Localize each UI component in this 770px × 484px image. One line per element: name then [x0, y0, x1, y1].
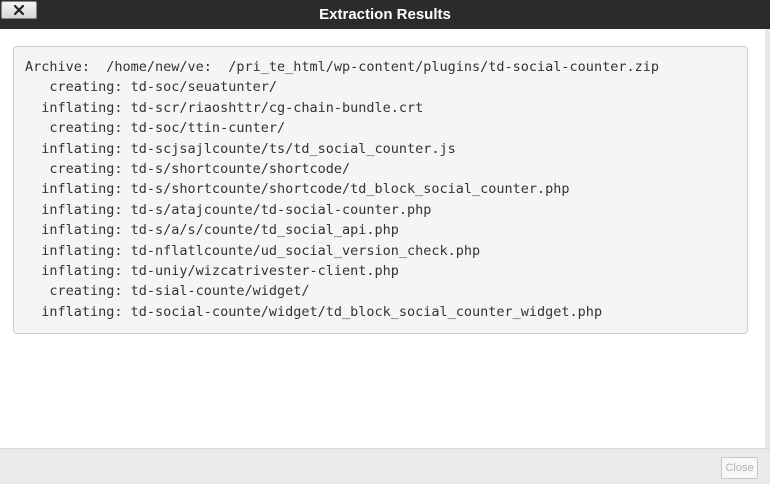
dialog-titlebar: Extraction Results: [0, 0, 770, 29]
log-line: inflating: td-nflatlcounte/ud_social_ver…: [25, 242, 481, 259]
log-line: inflating: td-s/shortcounte/shortcode/td…: [25, 181, 570, 198]
dialog-title: Extraction Results: [319, 6, 451, 23]
close-button[interactable]: Close: [721, 457, 758, 479]
log-line: creating: td-s/shortcounte/shortcode/: [25, 160, 351, 177]
log-line: inflating: td-scr/riaoshttr/cg-chain-bun…: [25, 99, 424, 116]
dialog-body: Archive: /home/new/ve: /pri_te_html/wp-c…: [0, 29, 770, 448]
log-line: Archive: /home/new/ve: /pri_te_html/wp-c…: [25, 59, 659, 75]
scrollbar-edge[interactable]: [765, 29, 770, 448]
dialog-footer: Close: [0, 448, 770, 484]
log-line: inflating: td-scjsajlcounte/ts/td_social…: [25, 140, 456, 157]
log-line: creating: td-sial-counte/widget/: [25, 283, 310, 300]
log-line: creating: td-soc/ttin-cunter/: [25, 120, 286, 137]
log-line: inflating: td-s/a/s/counte/td_social_api…: [25, 222, 399, 239]
log-line: inflating: td-social-counte/widget/td_bl…: [25, 303, 603, 320]
log-line: inflating: td-s/atajcounte/td-social-cou…: [25, 201, 432, 218]
extraction-log: Archive: /home/new/ve: /pri_te_html/wp-c…: [25, 57, 659, 322]
log-line: creating: td-soc/seuatunter/: [25, 79, 277, 96]
extraction-log-panel: Archive: /home/new/ve: /pri_te_html/wp-c…: [13, 46, 748, 334]
log-line: inflating: td-uniy/wizcatrivester-client…: [25, 262, 399, 279]
